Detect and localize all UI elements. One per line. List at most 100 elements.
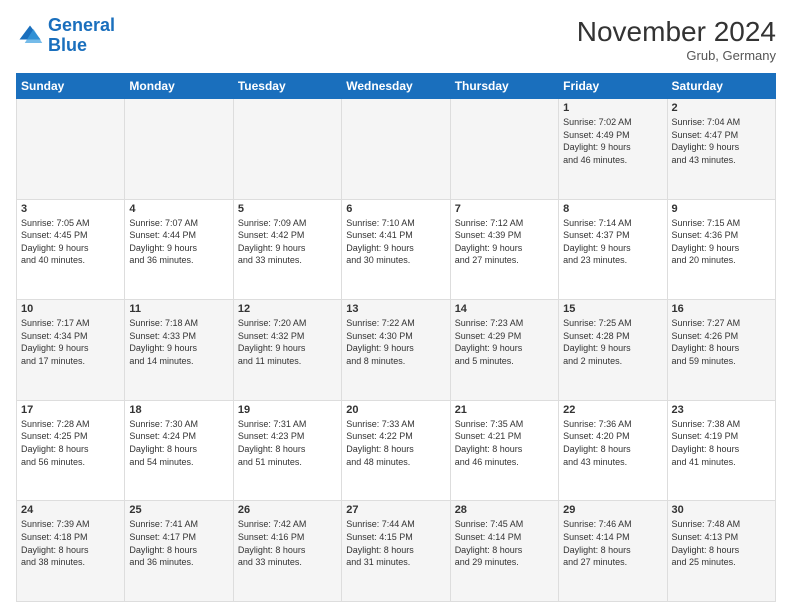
day-number: 10 — [21, 303, 120, 315]
day-info: Sunrise: 7:09 AM Sunset: 4:42 PM Dayligh… — [238, 217, 337, 267]
day-number: 13 — [346, 303, 445, 315]
day-info: Sunrise: 7:39 AM Sunset: 4:18 PM Dayligh… — [21, 518, 120, 568]
weekday-header-row: SundayMondayTuesdayWednesdayThursdayFrid… — [17, 74, 776, 99]
day-number: 3 — [21, 203, 120, 215]
day-info: Sunrise: 7:18 AM Sunset: 4:33 PM Dayligh… — [129, 317, 228, 367]
calendar-cell: 20Sunrise: 7:33 AM Sunset: 4:22 PM Dayli… — [342, 400, 450, 501]
title-block: November 2024 Grub, Germany — [577, 16, 776, 63]
day-number: 6 — [346, 203, 445, 215]
day-info: Sunrise: 7:30 AM Sunset: 4:24 PM Dayligh… — [129, 418, 228, 468]
calendar-cell — [125, 99, 233, 200]
day-number: 4 — [129, 203, 228, 215]
week-row-4: 17Sunrise: 7:28 AM Sunset: 4:25 PM Dayli… — [17, 400, 776, 501]
day-info: Sunrise: 7:38 AM Sunset: 4:19 PM Dayligh… — [672, 418, 771, 468]
week-row-3: 10 Sunrise: 7:17 AM Sunset: 4:34 PM Dayli… — [17, 300, 776, 401]
day-number: 2 — [672, 102, 771, 114]
calendar-cell: 18 Sunrise: 7:30 AM Sunset: 4:24 PM Dayli… — [125, 400, 233, 501]
calendar-cell: 7 Sunrise: 7:12 AM Sunset: 4:39 PM Daylig… — [450, 199, 558, 300]
day-number: 18 — [129, 404, 228, 416]
day-info: Sunrise: 7:46 AM Sunset: 4:14 PM Dayligh… — [563, 518, 662, 568]
day-info: Sunrise: 7:41 AM Sunset: 4:17 PM Dayligh… — [129, 518, 228, 568]
day-number: 24 — [21, 504, 120, 516]
day-number: 15 — [563, 303, 662, 315]
calendar-cell: 21Sunrise: 7:35 AM Sunset: 4:21 PM Dayli… — [450, 400, 558, 501]
day-info: Sunrise: 7:45 AM Sunset: 4:14 PM Dayligh… — [455, 518, 554, 568]
calendar-cell: 8 Sunrise: 7:14 AM Sunset: 4:37 PM Daylig… — [559, 199, 667, 300]
calendar-cell: 22 Sunrise: 7:36 AM Sunset: 4:20 PM Dayli… — [559, 400, 667, 501]
day-number: 22 — [563, 404, 662, 416]
day-number: 12 — [238, 303, 337, 315]
day-number: 27 — [346, 504, 445, 516]
location: Grub, Germany — [577, 48, 776, 63]
header: General Blue November 2024 Grub, Germany — [16, 16, 776, 63]
calendar-cell: 14 Sunrise: 7:23 AM Sunset: 4:29 PM Dayli… — [450, 300, 558, 401]
calendar-cell: 28 Sunrise: 7:45 AM Sunset: 4:14 PM Dayli… — [450, 501, 558, 602]
day-info: Sunrise: 7:07 AM Sunset: 4:44 PM Dayligh… — [129, 217, 228, 267]
calendar-cell: 29 Sunrise: 7:46 AM Sunset: 4:14 PM Dayli… — [559, 501, 667, 602]
day-info: Sunrise: 7:17 AM Sunset: 4:34 PM Dayligh… — [21, 317, 120, 367]
day-number: 30 — [672, 504, 771, 516]
day-info: Sunrise: 7:12 AM Sunset: 4:39 PM Dayligh… — [455, 217, 554, 267]
day-info: Sunrise: 7:14 AM Sunset: 4:37 PM Dayligh… — [563, 217, 662, 267]
day-info: Sunrise: 7:22 AM Sunset: 4:30 PM Dayligh… — [346, 317, 445, 367]
day-number: 17 — [21, 404, 120, 416]
week-row-5: 24 Sunrise: 7:39 AM Sunset: 4:18 PM Dayli… — [17, 501, 776, 602]
day-info: Sunrise: 7:20 AM Sunset: 4:32 PM Dayligh… — [238, 317, 337, 367]
day-number: 26 — [238, 504, 337, 516]
calendar-cell: 13 Sunrise: 7:22 AM Sunset: 4:30 PM Dayli… — [342, 300, 450, 401]
calendar-cell: 16 Sunrise: 7:27 AM Sunset: 4:26 PM Dayli… — [667, 300, 775, 401]
month-title: November 2024 — [577, 16, 776, 48]
calendar-cell — [17, 99, 125, 200]
day-info: Sunrise: 7:44 AM Sunset: 4:15 PM Dayligh… — [346, 518, 445, 568]
page: General Blue November 2024 Grub, Germany… — [0, 0, 792, 612]
day-info: Sunrise: 7:02 AM Sunset: 4:49 PM Dayligh… — [563, 116, 662, 166]
day-info: Sunrise: 7:48 AM Sunset: 4:13 PM Dayligh… — [672, 518, 771, 568]
day-info: Sunrise: 7:36 AM Sunset: 4:20 PM Dayligh… — [563, 418, 662, 468]
day-number: 5 — [238, 203, 337, 215]
week-row-1: 1 Sunrise: 7:02 AM Sunset: 4:49 PM Daylig… — [17, 99, 776, 200]
day-number: 28 — [455, 504, 554, 516]
day-info: Sunrise: 7:23 AM Sunset: 4:29 PM Dayligh… — [455, 317, 554, 367]
calendar-cell: 10 Sunrise: 7:17 AM Sunset: 4:34 PM Dayli… — [17, 300, 125, 401]
day-number: 8 — [563, 203, 662, 215]
day-info: Sunrise: 7:05 AM Sunset: 4:45 PM Dayligh… — [21, 217, 120, 267]
calendar-cell: 5 Sunrise: 7:09 AM Sunset: 4:42 PM Daylig… — [233, 199, 341, 300]
weekday-header-monday: Monday — [125, 74, 233, 99]
day-info: Sunrise: 7:04 AM Sunset: 4:47 PM Dayligh… — [672, 116, 771, 166]
calendar-cell: 19Sunrise: 7:31 AM Sunset: 4:23 PM Dayli… — [233, 400, 341, 501]
calendar-cell: 2 Sunrise: 7:04 AM Sunset: 4:47 PM Daylig… — [667, 99, 775, 200]
calendar-cell: 6 Sunrise: 7:10 AM Sunset: 4:41 PM Daylig… — [342, 199, 450, 300]
calendar-cell: 12 Sunrise: 7:20 AM Sunset: 4:32 PM Dayli… — [233, 300, 341, 401]
calendar-cell: 17Sunrise: 7:28 AM Sunset: 4:25 PM Dayli… — [17, 400, 125, 501]
day-number: 7 — [455, 203, 554, 215]
day-number: 9 — [672, 203, 771, 215]
logo-line1: General — [48, 15, 115, 35]
calendar-cell: 4 Sunrise: 7:07 AM Sunset: 4:44 PM Daylig… — [125, 199, 233, 300]
calendar-cell: 15Sunrise: 7:25 AM Sunset: 4:28 PM Dayli… — [559, 300, 667, 401]
logo-icon — [16, 22, 44, 50]
day-number: 25 — [129, 504, 228, 516]
day-number: 16 — [672, 303, 771, 315]
day-number: 14 — [455, 303, 554, 315]
calendar-cell: 27 Sunrise: 7:44 AM Sunset: 4:15 PM Dayli… — [342, 501, 450, 602]
weekday-header-wednesday: Wednesday — [342, 74, 450, 99]
day-info: Sunrise: 7:10 AM Sunset: 4:41 PM Dayligh… — [346, 217, 445, 267]
calendar-cell: 11 Sunrise: 7:18 AM Sunset: 4:33 PM Dayli… — [125, 300, 233, 401]
day-number: 11 — [129, 303, 228, 315]
day-number: 19 — [238, 404, 337, 416]
day-info: Sunrise: 7:42 AM Sunset: 4:16 PM Dayligh… — [238, 518, 337, 568]
day-number: 29 — [563, 504, 662, 516]
day-number: 1 — [563, 102, 662, 114]
day-info: Sunrise: 7:33 AM Sunset: 4:22 PM Dayligh… — [346, 418, 445, 468]
calendar-cell: 1 Sunrise: 7:02 AM Sunset: 4:49 PM Daylig… — [559, 99, 667, 200]
day-info: Sunrise: 7:27 AM Sunset: 4:26 PM Dayligh… — [672, 317, 771, 367]
calendar-cell — [233, 99, 341, 200]
weekday-header-friday: Friday — [559, 74, 667, 99]
logo-line2: Blue — [48, 35, 87, 55]
calendar-cell: 3 Sunrise: 7:05 AM Sunset: 4:45 PM Daylig… — [17, 199, 125, 300]
calendar-table: SundayMondayTuesdayWednesdayThursdayFrid… — [16, 73, 776, 602]
day-info: Sunrise: 7:35 AM Sunset: 4:21 PM Dayligh… — [455, 418, 554, 468]
calendar-cell: 9Sunrise: 7:15 AM Sunset: 4:36 PM Daylig… — [667, 199, 775, 300]
calendar-cell: 30 Sunrise: 7:48 AM Sunset: 4:13 PM Dayli… — [667, 501, 775, 602]
calendar-cell: 24 Sunrise: 7:39 AM Sunset: 4:18 PM Dayli… — [17, 501, 125, 602]
